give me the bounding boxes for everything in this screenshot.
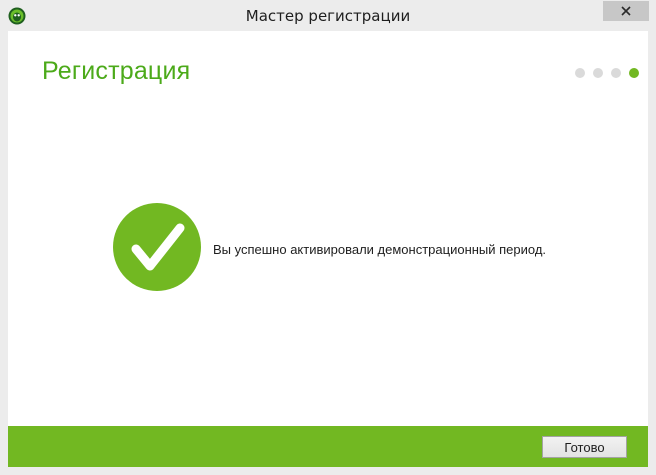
step-indicator xyxy=(575,68,639,78)
success-message: Вы успешно активировали демонстрационный… xyxy=(213,242,547,257)
close-icon xyxy=(621,6,631,16)
window-title: Мастер регистрации xyxy=(245,7,411,25)
close-button[interactable] xyxy=(603,1,649,21)
footer-bar: Готово xyxy=(8,426,648,467)
done-button[interactable]: Готово xyxy=(542,436,627,458)
wizard-content: Регистрация Вы успешно активировали демо… xyxy=(8,31,648,467)
step-dot-3 xyxy=(611,68,621,78)
checkmark-circle-icon xyxy=(113,203,201,291)
registration-wizard-window: Мастер регистрации Регистрация Вы успешн… xyxy=(0,0,656,475)
step-dot-4-active xyxy=(629,68,639,78)
step-dot-1 xyxy=(575,68,585,78)
title-bar[interactable]: Мастер регистрации xyxy=(0,0,656,31)
step-dot-2 xyxy=(593,68,603,78)
page-title: Регистрация xyxy=(42,57,191,85)
